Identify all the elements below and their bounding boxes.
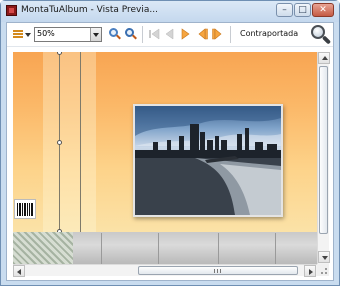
maximize-button[interactable]: □	[294, 3, 311, 17]
scroll-grip-icon	[214, 269, 221, 273]
search-zoom-button[interactable]	[310, 24, 332, 45]
app-logo-icon	[6, 5, 17, 16]
back-cover-button[interactable]: Contraportada	[240, 29, 298, 44]
previous-page-icon	[165, 28, 174, 40]
resize-handle[interactable]	[57, 140, 62, 145]
preview-client-area: 50% Contraportada	[6, 22, 334, 281]
play-button[interactable]	[179, 27, 191, 42]
zoom-dropdown-arrow-icon[interactable]	[90, 28, 101, 41]
floor-tile-line	[101, 233, 102, 264]
resize-grip-icon[interactable]	[317, 264, 329, 276]
zoom-fit-button[interactable]	[124, 27, 137, 42]
first-page-button[interactable]	[148, 27, 160, 42]
scroll-up-arrow-icon[interactable]	[318, 52, 330, 64]
layout-menu-icon	[13, 30, 23, 39]
horizontal-scrollbar[interactable]	[13, 264, 317, 277]
previous-spread-icon	[198, 28, 208, 40]
chevron-down-icon	[25, 33, 31, 37]
previous-page-button[interactable]	[163, 27, 175, 42]
magnifier-handle	[116, 34, 121, 40]
toolbar-divider	[230, 26, 231, 43]
window-controls: – □ ✕	[276, 3, 334, 17]
horizontal-scroll-thumb[interactable]	[138, 266, 298, 275]
floor-tile-line	[218, 233, 219, 264]
skyline-image	[135, 106, 281, 215]
floor-hatch-pattern	[13, 232, 73, 264]
layout-menu-button[interactable]	[12, 27, 32, 42]
floor-tile-line	[158, 233, 159, 264]
app-window: MontaTuAlbum - Vista Previa... – □ ✕ 50%	[0, 0, 340, 286]
next-spread-icon	[212, 28, 222, 40]
scroll-down-arrow-icon[interactable]	[318, 251, 330, 263]
title-bar[interactable]: MontaTuAlbum - Vista Previa... – □ ✕	[1, 1, 339, 22]
previous-spread-button[interactable]	[195, 27, 208, 42]
city-skyline-photo[interactable]	[133, 104, 283, 217]
scroll-right-arrow-icon[interactable]	[304, 265, 316, 277]
vertical-scroll-thumb[interactable]	[319, 66, 328, 234]
play-icon	[181, 28, 190, 40]
magnifier-handle	[321, 35, 332, 45]
album-spine	[43, 52, 96, 232]
close-button[interactable]: ✕	[312, 3, 334, 17]
album-preview-canvas[interactable]	[13, 52, 317, 264]
window-title: MontaTuAlbum - Vista Previa...	[21, 5, 158, 15]
magnifier-handle	[132, 34, 137, 40]
first-page-icon	[149, 28, 160, 40]
scroll-left-arrow-icon[interactable]	[13, 265, 25, 277]
floor-tile-line	[275, 233, 276, 264]
toolbar-divider	[142, 26, 143, 43]
zoom-select[interactable]: 50%	[34, 27, 102, 42]
barcode-icon	[14, 199, 36, 219]
zoom-value: 50%	[37, 29, 55, 38]
zoom-in-button[interactable]	[108, 27, 121, 42]
spine-guide-line[interactable]	[80, 52, 81, 232]
next-spread-button[interactable]	[212, 27, 224, 42]
minimize-button[interactable]: –	[276, 3, 293, 17]
toolbar: 50% Contraportada	[7, 23, 333, 47]
vertical-scrollbar[interactable]	[317, 52, 330, 264]
